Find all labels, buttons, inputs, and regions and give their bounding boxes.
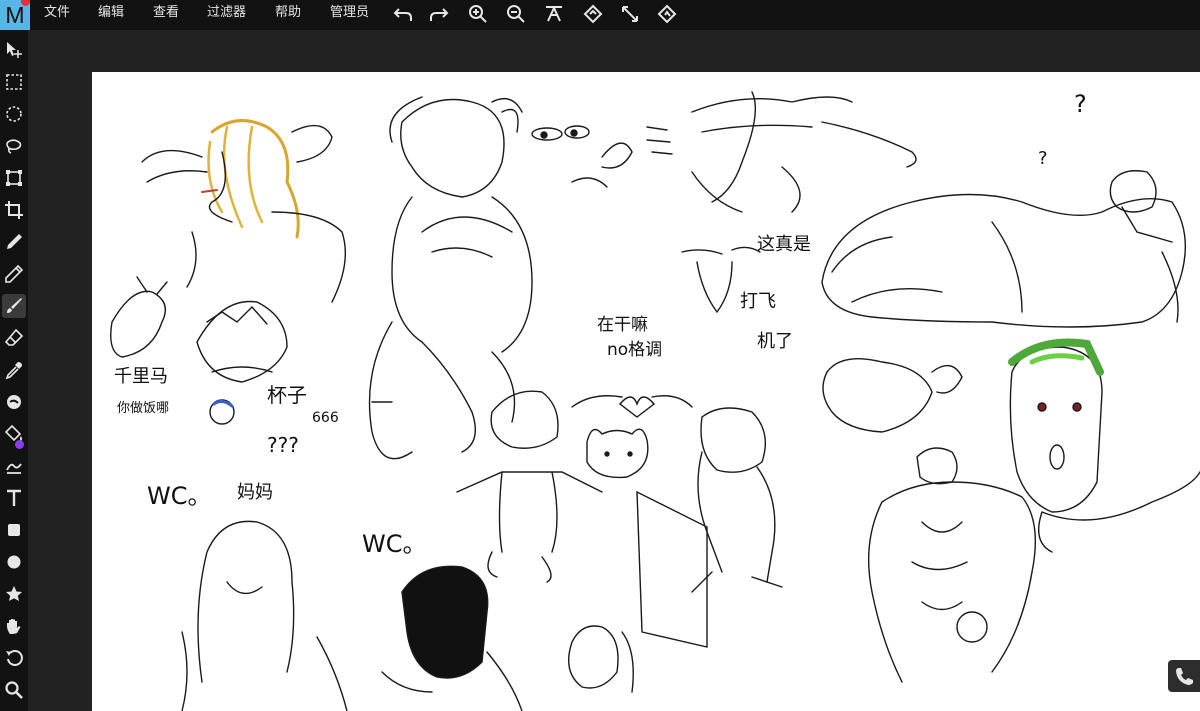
sketch-twin-tail-girl <box>568 625 634 693</box>
text-zhe: 这真是 <box>757 234 811 255</box>
nearest-neighbor-icon[interactable] <box>656 3 678 25</box>
sketch-cartoon-chart <box>636 490 708 648</box>
star-icon[interactable] <box>2 582 26 606</box>
eraser-icon[interactable] <box>2 326 26 350</box>
menu-help[interactable]: 帮助 <box>275 0 301 26</box>
pencil-icon[interactable] <box>2 262 26 286</box>
drawing-canvas[interactable]: 千里马 你做饭哪 杯子 ??? 666 WC。 妈妈 WC。 ? ? 这真是 打… <box>92 72 1200 711</box>
fullscreen-icon[interactable] <box>619 3 641 25</box>
text-dinner: 你做饭哪 <box>117 401 169 416</box>
sketch-lying-figure <box>821 170 1187 328</box>
brush-color-swatch[interactable] <box>15 440 24 449</box>
rectangle-icon[interactable] <box>2 518 26 542</box>
sketch-green-hair-man <box>1008 338 1200 553</box>
sketch-fish <box>822 358 963 433</box>
zoom-in-icon[interactable] <box>467 3 489 25</box>
text-wc-1: WC。 <box>147 482 212 510</box>
brush-icon[interactable] <box>2 294 26 318</box>
sketch-dragon <box>196 300 288 383</box>
menu-file[interactable]: 文件 <box>44 0 70 26</box>
sketch-muscle-man <box>868 447 1037 683</box>
sketch-seated-girl <box>368 96 533 460</box>
text-cup: 杯子 <box>267 383 307 407</box>
sketch-cat <box>586 428 649 479</box>
hand-icon[interactable] <box>2 614 26 638</box>
zoom-icon[interactable] <box>2 678 26 702</box>
sketch-horse <box>110 276 168 358</box>
redo-icon[interactable] <box>428 3 450 25</box>
pen-icon[interactable] <box>2 230 26 254</box>
text-noge: no格调 <box>607 340 662 360</box>
menu-view[interactable]: 查看 <box>153 0 179 26</box>
lasso-icon[interactable] <box>2 134 26 158</box>
sketch-long-hair-man <box>181 520 348 711</box>
text-qqq: ??? <box>267 433 299 457</box>
notification-dot <box>21 0 30 6</box>
rect-select-icon[interactable] <box>2 70 26 94</box>
sketch-black-hair-boy <box>381 565 523 711</box>
sketch-layer: 千里马 你做饭哪 杯子 ??? 666 WC。 妈妈 WC。 ? ? 这真是 打… <box>110 90 1200 711</box>
text-666: 666 <box>312 410 339 426</box>
sketch-chibi-girl <box>456 390 603 583</box>
tool-bar <box>0 30 28 711</box>
menu-admin[interactable]: 管理员 <box>330 0 369 26</box>
text-question-1: ? <box>1074 90 1087 118</box>
sketch-chibi-boy <box>691 407 783 593</box>
text-dafei: 打飞 <box>740 291 776 312</box>
sketch-heart <box>571 395 693 418</box>
text-wc-2: WC。 <box>362 530 427 558</box>
sketch-blonde-smoker <box>141 119 347 303</box>
text-mama: 妈妈 <box>237 482 273 503</box>
blur-icon[interactable] <box>2 454 26 478</box>
undo-icon[interactable] <box>392 3 414 25</box>
sketch-small-face <box>209 399 235 425</box>
move-tool-icon[interactable] <box>2 38 26 62</box>
ellipse-icon[interactable] <box>2 550 26 574</box>
transform-icon[interactable] <box>2 166 26 190</box>
crop-icon[interactable] <box>2 198 26 222</box>
text-horse: 千里马 <box>114 366 168 387</box>
app-logo[interactable]: M <box>0 0 30 30</box>
menu-edit[interactable]: 编辑 <box>98 0 124 26</box>
text-icon[interactable] <box>2 486 26 510</box>
ellipse-select-icon[interactable] <box>2 102 26 126</box>
text-jile: 机了 <box>757 331 793 352</box>
color-picker-icon[interactable] <box>2 358 26 382</box>
menu-filter[interactable]: 过滤器 <box>207 0 246 26</box>
fit-width-icon[interactable] <box>543 3 565 25</box>
fit-height-icon[interactable] <box>582 3 604 25</box>
sketch-eyes-doodle <box>531 125 673 188</box>
text-question-2: ? <box>1038 148 1048 169</box>
smudge-icon[interactable] <box>2 390 26 414</box>
sketch-flying-figure <box>691 91 917 213</box>
rotate-icon[interactable] <box>2 646 26 670</box>
text-zaida: 在干嘛 <box>597 315 648 335</box>
zoom-out-icon[interactable] <box>505 3 527 25</box>
menu-bar: M 文件 编辑 查看 过滤器 帮助 管理员 <box>0 0 1200 30</box>
phone-icon[interactable] <box>1168 660 1200 692</box>
